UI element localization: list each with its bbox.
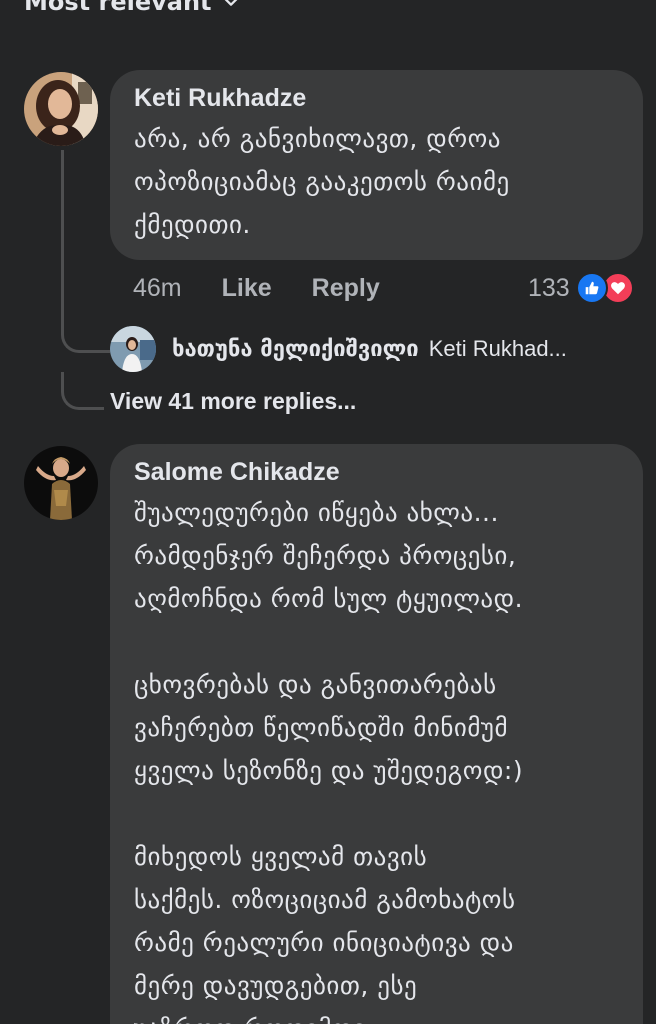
comment-line: რამე რეალური ინიციატივა და (134, 928, 514, 957)
reply-preview-row[interactable]: ხათუნა მელიქიშვილი Keti Rukhad... (172, 331, 567, 367)
reaction-summary[interactable]: 133 (528, 270, 634, 306)
like-button[interactable]: Like (222, 274, 272, 303)
reply-avatar[interactable] (110, 326, 156, 372)
comment-line: ცხოვრებას და განვითარებას (134, 670, 497, 699)
reply-preview-text: Keti Rukhad... (428, 336, 567, 361)
comment-line: შუალედურები იწყება ახლა... (134, 498, 499, 527)
avatar[interactable] (24, 446, 98, 520)
comment-line: ყველა სეზონზე და უშედეგოდ:) (134, 756, 524, 785)
thread-connector (61, 320, 110, 353)
chevron-down-icon (224, 0, 237, 6)
comment-line: საქმეს. ოზოციციამ გამოხატოს (134, 885, 516, 914)
comment-text: შუალედურები იწყება ახლა... რამდენჯერ შეჩ… (134, 491, 619, 1024)
comment-author[interactable]: Salome Chikadze (134, 458, 619, 487)
comments-section: Most relevant Keti Rukhadze არა, არ განვ… (0, 0, 656, 1024)
sort-label: Most relevant (24, 0, 212, 16)
comment-line: უაზროდ როდემდე (134, 1007, 619, 1024)
reaction-count: 133 (528, 273, 570, 302)
comment-bubble: Keti Rukhadze არა, არ განვიხილავთ, დროა … (110, 70, 643, 260)
comment-line: ოპოზიციამაც გააკეთოს რაიმე (134, 167, 510, 196)
comment-timestamp[interactable]: 46m (133, 274, 182, 303)
comment-line: არა, არ განვიხილავთ, დროა (134, 124, 501, 153)
comment-actions: 46m Like Reply (133, 270, 380, 306)
comment-author[interactable]: Keti Rukhadze (134, 84, 619, 113)
comment-line: რამდენჯერ შეჩერდა პროცესი, (134, 541, 517, 570)
reply-author[interactable]: ხათუნა მელიქიშვილი (172, 337, 419, 362)
avatar[interactable] (24, 72, 98, 146)
sort-selector[interactable]: Most relevant (24, 0, 240, 16)
comment-line: აღმოჩნდა რომ სულ ტყუილად. (134, 584, 524, 613)
thread-line (61, 150, 64, 332)
thread-connector (61, 372, 104, 410)
like-reaction-icon (575, 272, 608, 304)
comment-text: არა, არ განვიხილავთ, დროა ოპოზიციამაც გა… (134, 117, 619, 246)
comment-line: ქმედითი. (134, 210, 251, 239)
reply-button[interactable]: Reply (312, 274, 380, 303)
comment-bubble: Salome Chikadze შუალედურები იწყება ახლა.… (110, 444, 643, 1024)
view-more-replies-link[interactable]: View 41 more replies... (110, 388, 356, 415)
comment-line: მიხედოს ყველამ თავის (134, 842, 428, 871)
comment-line: მერე დავუდგებით, ესე (134, 971, 418, 1000)
comment-line: ვაჩერებთ წელიწადში მინიმუმ (134, 713, 509, 742)
